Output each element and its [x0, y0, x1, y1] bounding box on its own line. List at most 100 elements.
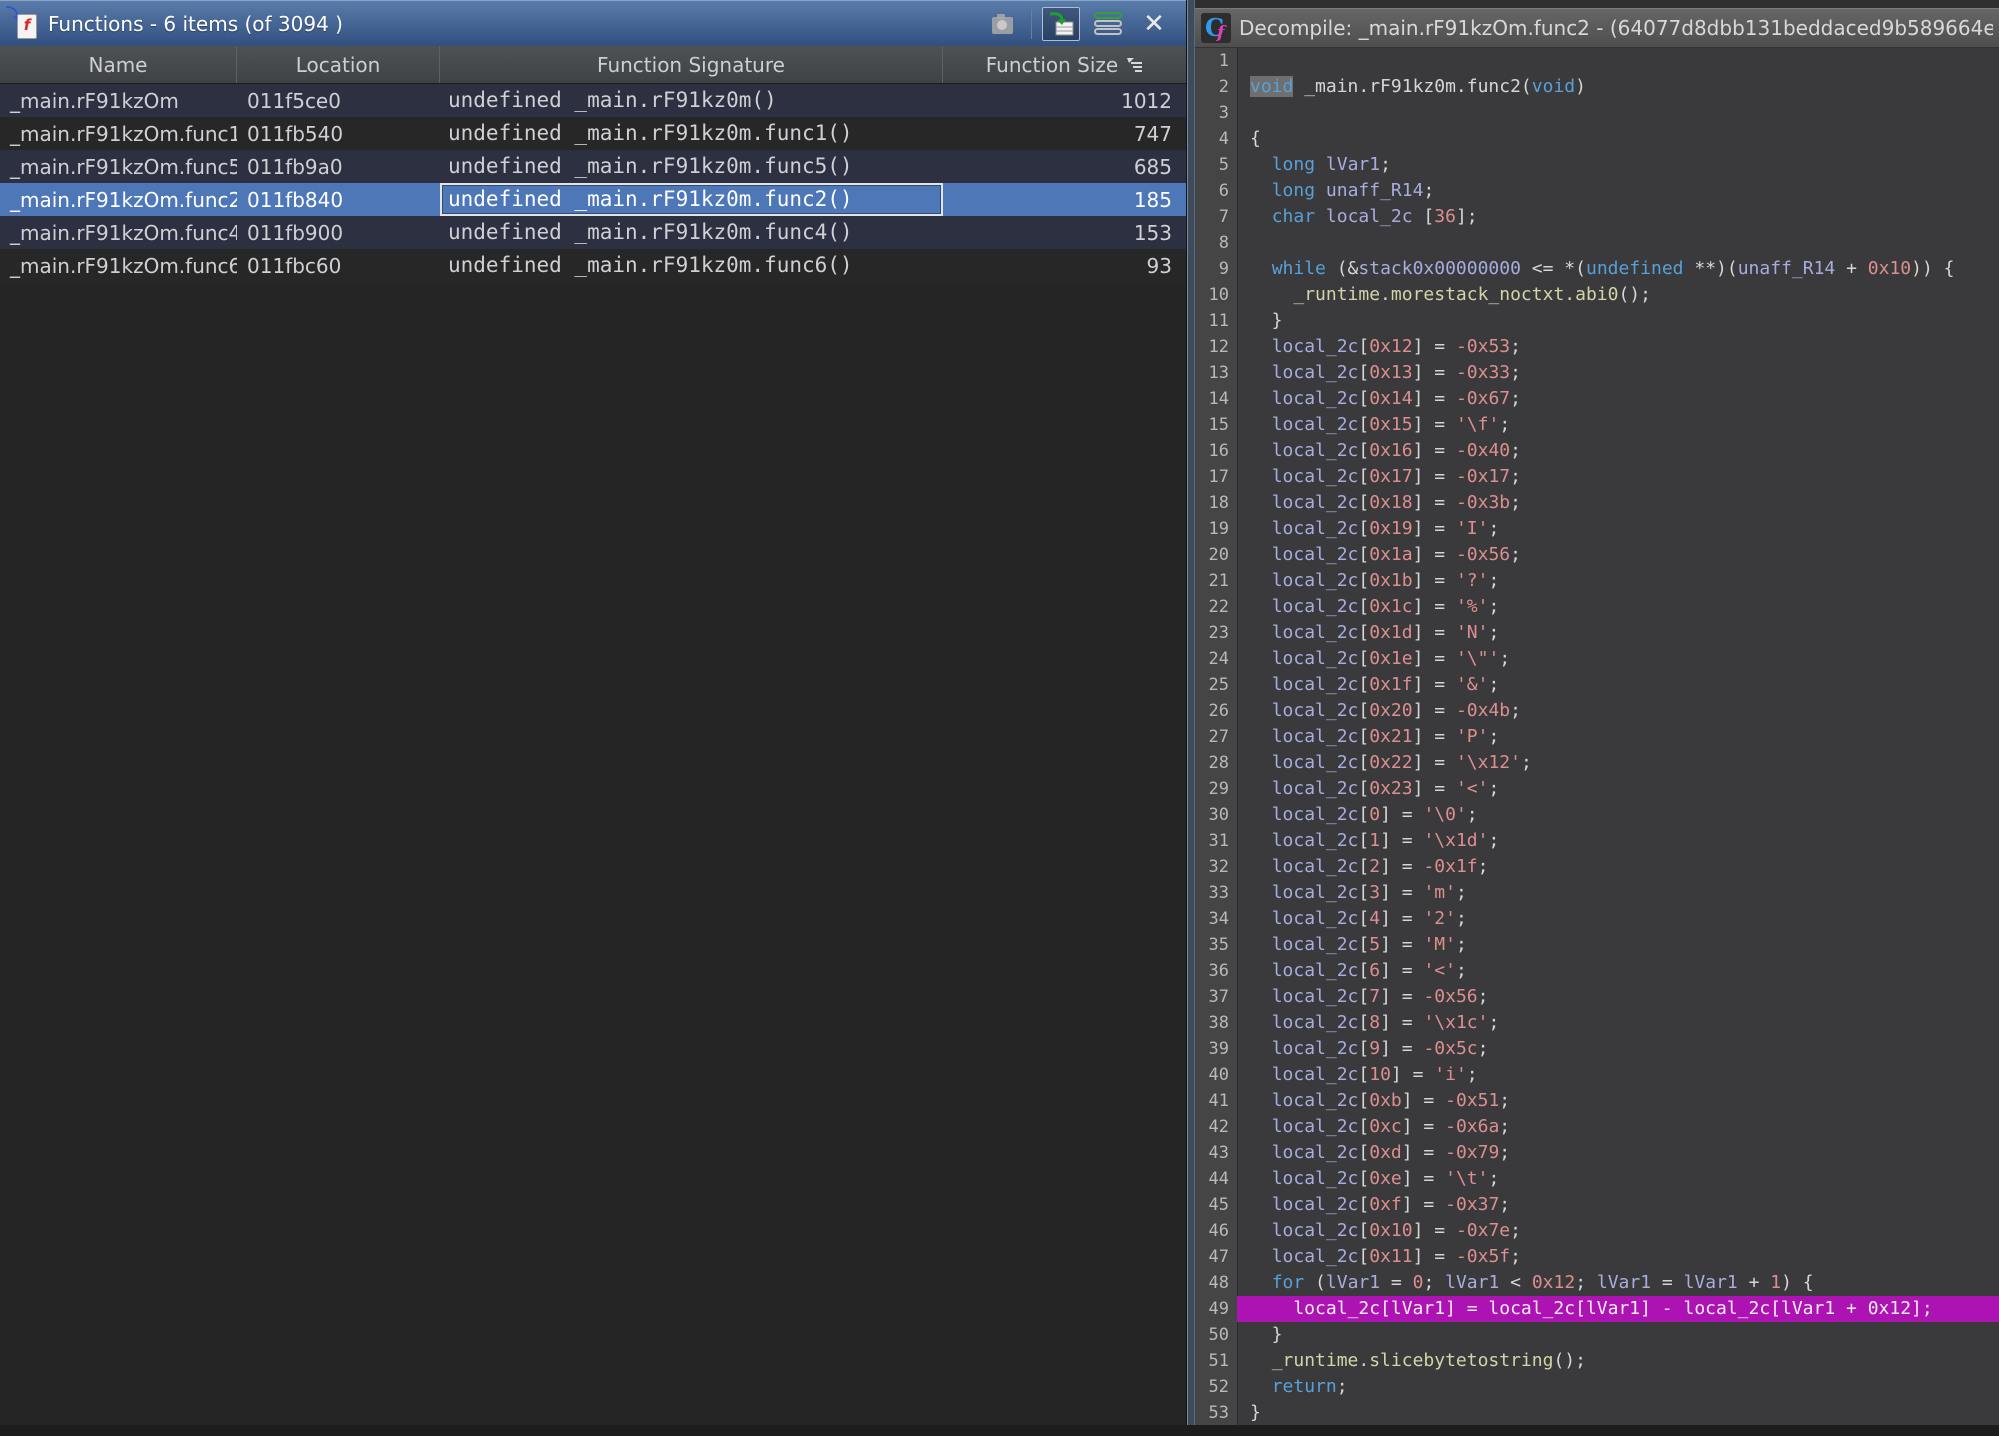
code-text[interactable]: local_2c[7] = -0x56;	[1237, 984, 1999, 1010]
code-text[interactable]: local_2c[0x19] = 'I';	[1237, 516, 1999, 542]
code-text[interactable]	[1237, 100, 1999, 126]
code-text[interactable]: local_2c[0x1b] = '?';	[1237, 568, 1999, 594]
code-line[interactable]: 52 return;	[1195, 1374, 1999, 1400]
code-text[interactable]: local_2c[0x10] = -0x7e;	[1237, 1218, 1999, 1244]
panel-divider[interactable]	[1187, 0, 1195, 1436]
code-line[interactable]: 26 local_2c[0x20] = -0x4b;	[1195, 698, 1999, 724]
table-row[interactable]: _main.rF91kzOm.func6011fbc60undefined _m…	[0, 249, 1186, 282]
code-text[interactable]: local_2c[10] = 'i';	[1237, 1062, 1999, 1088]
code-line[interactable]: 32 local_2c[2] = -0x1f;	[1195, 854, 1999, 880]
code-line[interactable]: 53}	[1195, 1400, 1999, 1426]
code-line[interactable]: 44 local_2c[0xe] = '\t';	[1195, 1166, 1999, 1192]
code-line[interactable]: 48 for (lVar1 = 0; lVar1 < 0x12; lVar1 =…	[1195, 1270, 1999, 1296]
code-line[interactable]: 21 local_2c[0x1b] = '?';	[1195, 568, 1999, 594]
code-line[interactable]: 27 local_2c[0x21] = 'P';	[1195, 724, 1999, 750]
code-text[interactable]: local_2c[0x1f] = '&';	[1237, 672, 1999, 698]
snapshot-icon[interactable]	[985, 8, 1021, 40]
code-line[interactable]: 9 while (&stack0x00000000 <= *(undefined…	[1195, 256, 1999, 282]
code-line[interactable]: 2void _main.rF91kz0m.func2(void)	[1195, 74, 1999, 100]
code-text[interactable]: local_2c[2] = -0x1f;	[1237, 854, 1999, 880]
code-line[interactable]: 23 local_2c[0x1d] = 'N';	[1195, 620, 1999, 646]
code-line[interactable]: 49 local_2c[lVar1] = local_2c[lVar1] - l…	[1195, 1296, 1999, 1322]
code-text[interactable]: local_2c[5] = 'M';	[1237, 932, 1999, 958]
code-line[interactable]: 42 local_2c[0xc] = -0x6a;	[1195, 1114, 1999, 1140]
code-text[interactable]: long lVar1;	[1237, 152, 1999, 178]
code-line[interactable]: 46 local_2c[0x10] = -0x7e;	[1195, 1218, 1999, 1244]
code-text[interactable]: local_2c[0x23] = '<';	[1237, 776, 1999, 802]
code-text[interactable]: local_2c[0xb] = -0x51;	[1237, 1088, 1999, 1114]
code-line[interactable]: 3	[1195, 100, 1999, 126]
code-text[interactable]: return;	[1237, 1374, 1999, 1400]
code-line[interactable]: 19 local_2c[0x19] = 'I';	[1195, 516, 1999, 542]
code-line[interactable]: 24 local_2c[0x1e] = '\"';	[1195, 646, 1999, 672]
code-line[interactable]: 12 local_2c[0x12] = -0x53;	[1195, 334, 1999, 360]
close-icon[interactable]: ✕	[1136, 8, 1172, 40]
code-text[interactable]: local_2c[0x1a] = -0x56;	[1237, 542, 1999, 568]
code-text[interactable]: long unaff_R14;	[1237, 178, 1999, 204]
code-text[interactable]: local_2c[0x20] = -0x4b;	[1237, 698, 1999, 724]
table-row[interactable]: _main.rF91kzOm.func4011fb900undefined _m…	[0, 216, 1186, 249]
code-text[interactable]: while (&stack0x00000000 <= *(undefined *…	[1237, 256, 1999, 282]
code-line[interactable]: 37 local_2c[7] = -0x56;	[1195, 984, 1999, 1010]
code-text[interactable]: local_2c[9] = -0x5c;	[1237, 1036, 1999, 1062]
code-text[interactable]: }	[1237, 1400, 1999, 1426]
code-text[interactable]: local_2c[0x11] = -0x5f;	[1237, 1244, 1999, 1270]
code-line[interactable]: 47 local_2c[0x11] = -0x5f;	[1195, 1244, 1999, 1270]
code-text[interactable]: local_2c[0] = '\0';	[1237, 802, 1999, 828]
code-text[interactable]: local_2c[0x22] = '\x12';	[1237, 750, 1999, 776]
code-text[interactable]: local_2c[0x18] = -0x3b;	[1237, 490, 1999, 516]
code-line[interactable]: 14 local_2c[0x14] = -0x67;	[1195, 386, 1999, 412]
table-row[interactable]: _main.rF91kzOm011f5ce0undefined _main.rF…	[0, 84, 1186, 117]
code-line[interactable]: 34 local_2c[4] = '2';	[1195, 906, 1999, 932]
code-line[interactable]: 7 char local_2c [36];	[1195, 204, 1999, 230]
code-line[interactable]: 31 local_2c[1] = '\x1d';	[1195, 828, 1999, 854]
code-text[interactable]: local_2c[0x1d] = 'N';	[1237, 620, 1999, 646]
code-text[interactable]: local_2c[0xd] = -0x79;	[1237, 1140, 1999, 1166]
table-green-arrow-icon[interactable]	[1042, 7, 1080, 41]
code-line[interactable]: 25 local_2c[0x1f] = '&';	[1195, 672, 1999, 698]
code-line[interactable]: 18 local_2c[0x18] = -0x3b;	[1195, 490, 1999, 516]
code-line[interactable]: 11 }	[1195, 308, 1999, 334]
code-line[interactable]: 13 local_2c[0x13] = -0x33;	[1195, 360, 1999, 386]
code-line[interactable]: 1	[1195, 48, 1999, 74]
code-line[interactable]: 28 local_2c[0x22] = '\x12';	[1195, 750, 1999, 776]
column-header-name[interactable]: Name	[0, 46, 237, 83]
code-line[interactable]: 5 long lVar1;	[1195, 152, 1999, 178]
code-text[interactable]	[1237, 48, 1999, 74]
code-text[interactable]: local_2c[0xc] = -0x6a;	[1237, 1114, 1999, 1140]
code-line[interactable]: 29 local_2c[0x23] = '<';	[1195, 776, 1999, 802]
code-line[interactable]: 4{	[1195, 126, 1999, 152]
code-text[interactable]: for (lVar1 = 0; lVar1 < 0x12; lVar1 = lV…	[1237, 1270, 1999, 1296]
code-line[interactable]: 41 local_2c[0xb] = -0x51;	[1195, 1088, 1999, 1114]
code-line[interactable]: 45 local_2c[0xf] = -0x37;	[1195, 1192, 1999, 1218]
column-header-size[interactable]: Function Size	[943, 46, 1186, 83]
code-text[interactable]: local_2c[0xf] = -0x37;	[1237, 1192, 1999, 1218]
code-text[interactable]: }	[1237, 308, 1999, 334]
code-line[interactable]: 50 }	[1195, 1322, 1999, 1348]
code-line[interactable]: 51 _runtime.slicebytetostring();	[1195, 1348, 1999, 1374]
code-line[interactable]: 38 local_2c[8] = '\x1c';	[1195, 1010, 1999, 1036]
code-text[interactable]: local_2c[1] = '\x1d';	[1237, 828, 1999, 854]
code-text[interactable]: }	[1237, 1322, 1999, 1348]
code-text[interactable]: local_2c[0x1e] = '\"';	[1237, 646, 1999, 672]
code-text[interactable]: local_2c[0x15] = '\f';	[1237, 412, 1999, 438]
code-text[interactable]: local_2c[lVar1] = local_2c[lVar1] - loca…	[1237, 1296, 1999, 1322]
table-row[interactable]: _main.rF91kzOm.func5011fb9a0undefined _m…	[0, 150, 1186, 183]
code-text[interactable]: char local_2c [36];	[1237, 204, 1999, 230]
table-row[interactable]: _main.rF91kzOm.func2011fb840undefined _m…	[0, 183, 1186, 216]
code-line[interactable]: 6 long unaff_R14;	[1195, 178, 1999, 204]
code-text[interactable]: _runtime.slicebytetostring();	[1237, 1348, 1999, 1374]
code-line[interactable]: 43 local_2c[0xd] = -0x79;	[1195, 1140, 1999, 1166]
code-text[interactable]: local_2c[0x17] = -0x17;	[1237, 464, 1999, 490]
code-text[interactable]: local_2c[0x13] = -0x33;	[1237, 360, 1999, 386]
code-text[interactable]: local_2c[0x1c] = '%';	[1237, 594, 1999, 620]
code-line[interactable]: 10 _runtime.morestack_noctxt.abi0();	[1195, 282, 1999, 308]
code-line[interactable]: 16 local_2c[0x16] = -0x40;	[1195, 438, 1999, 464]
code-text[interactable]: local_2c[6] = '<';	[1237, 958, 1999, 984]
code-line[interactable]: 33 local_2c[3] = 'm';	[1195, 880, 1999, 906]
code-line[interactable]: 30 local_2c[0] = '\0';	[1195, 802, 1999, 828]
stacked-bars-icon[interactable]	[1090, 8, 1126, 40]
code-line[interactable]: 36 local_2c[6] = '<';	[1195, 958, 1999, 984]
code-text[interactable]: local_2c[0x12] = -0x53;	[1237, 334, 1999, 360]
code-text[interactable]: local_2c[4] = '2';	[1237, 906, 1999, 932]
